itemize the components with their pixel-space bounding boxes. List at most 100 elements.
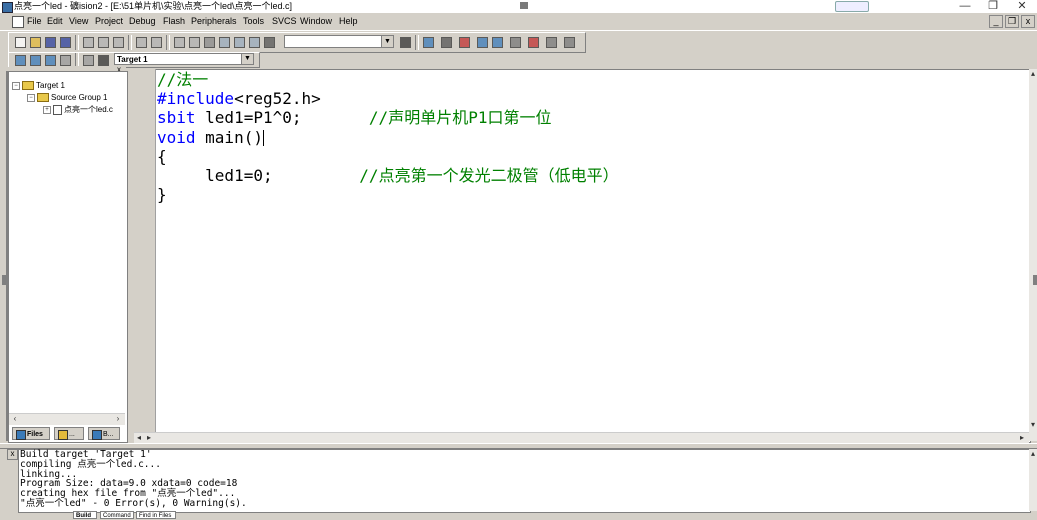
project-window-icon[interactable] xyxy=(421,35,435,49)
code-line[interactable]: sbit led1=P1^0; //声明单片机P1口第一位 xyxy=(157,108,619,127)
code-comment: //声明单片机P1口第一位 xyxy=(368,108,552,128)
ime-indicator[interactable] xyxy=(835,1,869,12)
unindent-icon[interactable] xyxy=(187,35,201,49)
print-icon[interactable] xyxy=(439,35,453,49)
rebuild-icon[interactable] xyxy=(43,53,57,67)
undo-icon[interactable] xyxy=(134,35,148,49)
code-line[interactable]: } xyxy=(157,185,619,204)
tab-command[interactable]: Command xyxy=(100,511,134,519)
scroll-left-icon[interactable]: ◂ xyxy=(134,433,144,443)
expand-icon[interactable]: + xyxy=(43,105,51,114)
titlebar-indicator xyxy=(520,2,528,9)
tree-item-source-group-label: Source Group 1 xyxy=(51,93,108,102)
right-splitter-handle[interactable] xyxy=(1033,275,1037,285)
chevron-down-icon[interactable]: ▼ xyxy=(241,54,253,64)
scroll-up-icon[interactable]: ▴ xyxy=(1028,449,1037,459)
menu-svcs[interactable]: SVCS xyxy=(272,13,297,30)
menu-project[interactable]: Project xyxy=(95,13,123,30)
collapse-icon[interactable]: − xyxy=(27,93,35,102)
workspace-icon[interactable] xyxy=(475,35,489,49)
output-window[interactable]: Build target 'Target 1' compiling 点亮一个led… xyxy=(18,449,1031,513)
minimize-button[interactable]: — xyxy=(950,0,980,13)
target-options-icon[interactable] xyxy=(96,53,110,67)
tree-item-file[interactable]: + 点亮一个led.c xyxy=(43,104,113,115)
editor-vertical-scrollbar[interactable]: ▴ ▾ xyxy=(1029,69,1037,441)
collapse-icon[interactable]: − xyxy=(12,81,20,90)
app-icon xyxy=(2,2,13,13)
menu-debug[interactable]: Debug xyxy=(129,13,156,30)
tree-item-source-group[interactable]: − Source Group 1 xyxy=(27,93,107,102)
translate-icon[interactable] xyxy=(13,53,27,67)
tab-regs[interactable]: ... xyxy=(54,427,84,440)
toolbar-separator xyxy=(415,35,419,50)
scroll-down-icon[interactable]: ▾ xyxy=(1028,420,1037,430)
open-file-icon[interactable] xyxy=(28,35,42,49)
scroll-right-icon[interactable]: › xyxy=(113,414,123,424)
code-line[interactable]: #include<reg52.h> xyxy=(157,89,619,108)
menu-file[interactable]: File xyxy=(27,13,42,30)
restore-button[interactable]: ❐ xyxy=(978,0,1008,13)
menu-flash[interactable]: Flash xyxy=(163,13,185,30)
project-horizontal-scrollbar[interactable]: ‹ › xyxy=(9,413,125,425)
bookmark-clear-icon[interactable] xyxy=(247,35,261,49)
scroll-up-icon[interactable]: ▴ xyxy=(1028,69,1037,79)
save-icon[interactable] xyxy=(43,35,57,49)
output-vertical-scrollbar[interactable]: ▴ xyxy=(1029,449,1037,511)
menu-window[interactable]: Window xyxy=(300,13,332,30)
code-text: main() xyxy=(195,127,263,147)
text-cursor xyxy=(262,130,264,147)
output-window-icon[interactable] xyxy=(490,35,504,49)
cut-icon[interactable] xyxy=(81,35,95,49)
chevron-down-icon[interactable]: ▼ xyxy=(381,36,393,47)
tab-build[interactable]: Build xyxy=(73,511,97,519)
tools-icon[interactable] xyxy=(544,35,558,49)
load-icon[interactable] xyxy=(81,53,95,67)
scroll-left-icon[interactable]: ‹ xyxy=(10,414,20,424)
bookmark-toggle-icon[interactable] xyxy=(202,35,216,49)
scroll-right-end-icon[interactable]: ▸ xyxy=(1017,433,1027,443)
output-line: "点亮一个led" - 0 Error(s), 0 Warning(s). xyxy=(20,497,247,509)
save-all-icon[interactable] xyxy=(58,35,72,49)
mdi-restore-button[interactable]: ❐ xyxy=(1005,15,1019,28)
window-title: 点亮一个led - 礦ision2 - [E:\51单片机\实验\点亮一个led… xyxy=(14,1,293,11)
tab-books[interactable]: B... xyxy=(88,427,120,440)
configuration-icon[interactable] xyxy=(526,35,540,49)
menu-tools[interactable]: Tools xyxy=(243,13,264,30)
code-line[interactable]: //法一 xyxy=(157,70,619,89)
binoculars-icon[interactable] xyxy=(398,35,412,49)
code-line[interactable]: { xyxy=(157,147,619,166)
redo-icon[interactable] xyxy=(149,35,163,49)
help-icon[interactable] xyxy=(562,35,576,49)
tab-files[interactable]: Files xyxy=(12,427,50,440)
target-select[interactable]: Target 1 ▼ xyxy=(114,53,254,65)
build-icon[interactable] xyxy=(28,53,42,67)
code-line[interactable]: led1=0; //点亮第一个发光二极管（低电平） xyxy=(157,166,618,185)
menu-view[interactable]: View xyxy=(69,13,88,30)
new-file-icon[interactable] xyxy=(13,35,27,49)
title-bar: 点亮一个led - 礦ision2 - [E:\51单片机\实验\点亮一个led… xyxy=(0,0,1037,13)
code-line[interactable]: void main() xyxy=(157,128,619,147)
tab-find-in-files[interactable]: Find in Files xyxy=(136,511,176,519)
source-browser-icon[interactable] xyxy=(508,35,522,49)
toolbar-separator xyxy=(128,35,132,50)
stop-build-icon[interactable] xyxy=(58,53,72,67)
menu-edit[interactable]: Edit xyxy=(47,13,63,30)
bookmark-next-icon[interactable] xyxy=(217,35,231,49)
debug-start-icon[interactable] xyxy=(457,35,471,49)
mdi-close-button[interactable]: x xyxy=(1021,15,1035,28)
find-combo[interactable]: ▼ xyxy=(284,35,394,48)
bookmark-prev-icon[interactable] xyxy=(232,35,246,49)
close-button[interactable]: ✕ xyxy=(1007,0,1037,13)
menu-help[interactable]: Help xyxy=(339,13,358,30)
tree-item-target[interactable]: − Target 1 xyxy=(12,81,65,90)
menu-peripherals[interactable]: Peripherals xyxy=(191,13,237,30)
find-in-files-icon[interactable] xyxy=(262,35,276,49)
output-close-button[interactable]: x xyxy=(7,449,18,460)
paste-icon[interactable] xyxy=(111,35,125,49)
left-splitter-handle[interactable] xyxy=(2,275,6,285)
copy-icon[interactable] xyxy=(96,35,110,49)
indent-icon[interactable] xyxy=(172,35,186,49)
mdi-minimize-button[interactable]: _ xyxy=(989,15,1003,28)
source-code[interactable]: //法一 #include<reg52.h> sbit led1=P1^0; //声… xyxy=(157,70,619,204)
scroll-right-icon[interactable]: ▸ xyxy=(144,433,154,443)
